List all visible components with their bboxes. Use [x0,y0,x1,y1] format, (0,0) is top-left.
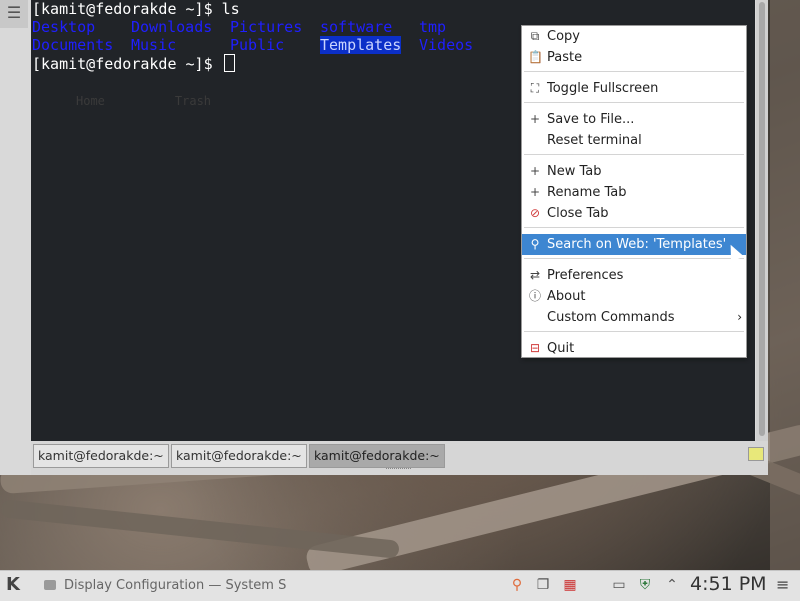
search-icon: ⚲ [530,237,540,251]
dir-desktop: Desktop [32,18,96,36]
clock[interactable]: 4:51 PM [690,573,767,595]
menu-item-paste[interactable]: 📋 Paste [522,47,746,68]
panel-menu-icon[interactable]: ≡ [776,575,789,594]
wallpaper-branch [0,499,400,559]
terminal-tab-active[interactable]: kamit@fedorakde:~ [309,444,445,468]
resize-grip[interactable] [386,468,411,472]
new-tab-icon[interactable] [748,447,764,461]
menu-item-label: New Tab [547,164,602,179]
dir-videos: Videos [419,36,474,54]
taskbar: K Display Configuration — System S ⚲ ❐ ▦… [0,570,800,601]
dir-public: Public [230,36,285,54]
application-launcher-icon[interactable]: K [6,574,20,595]
scrollbar-thumb[interactable] [759,2,765,436]
dir-tmp: tmp [419,18,447,36]
paste-icon: 📋 [528,50,543,64]
dir-downloads: Downloads [131,18,213,36]
terminal-scrollbar[interactable] [756,0,768,441]
plus-icon: + [529,185,541,199]
menu-item-label: About [547,289,586,304]
menu-item-quit[interactable]: ⊟ Quit [522,338,746,359]
command-line: [kamit@fedorakde ~]$ ls [32,0,240,18]
dir-documents: Documents [32,36,114,54]
menu-item-label: Copy [547,29,580,44]
wallpaper-trunk [770,0,800,600]
preferences-icon: ⇄ [529,268,541,282]
text-cursor [223,54,235,72]
terminal-tab[interactable]: kamit@fedorakde:~ [171,444,307,468]
prompt-text: [kamit@fedorakde ~]$ [32,55,222,73]
menu-item-label: Quit [547,341,575,356]
menu-separator [524,71,744,72]
menu-separator [524,102,744,103]
desktop-icon-trash: Trash [174,94,212,108]
info-icon: ⓘ [528,289,541,303]
quit-icon: ⊟ [529,341,541,355]
terminal-tab-bar: kamit@fedorakde:~ kamit@fedorakde:~ kami… [31,441,768,475]
prompt-line[interactable]: [kamit@fedorakde ~]$ [32,54,235,73]
copy-icon: ⧉ [530,29,540,43]
menu-separator [524,258,744,259]
menu-item-custom-commands[interactable]: Custom Commands › [522,307,746,328]
expand-tray-icon[interactable]: ⌃ [665,577,679,593]
task-title: Display Configuration — System S [64,578,287,593]
taskbar-task-display-configuration[interactable]: Display Configuration — System S [38,574,288,598]
menu-item-label: Close Tab [547,206,609,221]
clipboard-icon[interactable]: ❐ [536,577,550,593]
submenu-arrow-icon: › [737,310,742,324]
menu-separator [524,154,744,155]
menu-item-about[interactable]: ⓘ About [522,286,746,307]
desktop-icon-home: Home [76,94,105,108]
menu-item-rename-tab[interactable]: + Rename Tab [522,182,746,203]
menu-item-reset-terminal[interactable]: Reset terminal [522,130,746,151]
menu-separator [524,331,744,332]
shield-icon[interactable]: ⛨ [638,577,652,593]
user-icon[interactable]: ⚲ [510,577,524,593]
menu-item-preferences[interactable]: ⇄ Preferences [522,265,746,286]
window-icon [44,580,56,590]
battery-icon[interactable]: ▦ [560,577,580,593]
fullscreen-icon: ⛶ [530,81,540,95]
dir-pictures: Pictures [230,18,303,36]
menu-separator [524,227,744,228]
display-icon[interactable]: ▭ [612,577,626,593]
menu-item-search-on-web[interactable]: ⚲ Search on Web: 'Templates' [522,234,746,255]
menu-item-label: Search on Web: 'Templates' [547,237,727,252]
hamburger-menu-icon[interactable]: ☰ [0,0,28,28]
dir-templates-selected[interactable]: Templates [320,36,402,54]
menu-item-copy[interactable]: ⧉ Copy [522,26,746,47]
menu-item-toggle-fullscreen[interactable]: ⛶ Toggle Fullscreen [522,78,746,99]
close-circle-icon: ⊘ [529,206,541,220]
context-menu: ⧉ Copy 📋 Paste ⛶ Toggle Fullscreen + Sav… [521,25,747,358]
menu-item-label: Toggle Fullscreen [547,81,659,96]
dir-software: software [320,18,393,36]
menu-item-label: Rename Tab [547,185,627,200]
menu-item-label: Paste [547,50,583,65]
plus-icon: + [529,164,541,178]
menu-item-close-tab[interactable]: ⊘ Close Tab [522,203,746,224]
menu-item-label: Preferences [547,268,624,283]
terminal-tab[interactable]: kamit@fedorakde:~ [33,444,169,468]
menu-item-new-tab[interactable]: + New Tab [522,161,746,182]
menu-item-save-to-file[interactable]: + Save to File... [522,109,746,130]
desktop-icons: Home Trash [76,92,281,110]
menu-item-label: Custom Commands [547,310,675,325]
menu-item-label: Reset terminal [547,133,642,148]
plus-icon: + [529,112,541,126]
menu-item-label: Save to File... [547,112,635,127]
dir-music: Music [131,36,177,54]
